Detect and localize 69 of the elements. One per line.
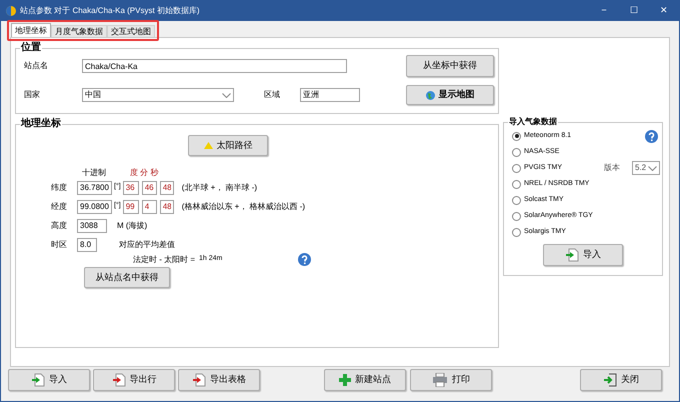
coordinate-label: 纬度 (50, 182, 68, 194)
altitude-label: 高度 (50, 220, 68, 232)
site-name-field[interactable]: Chaka/Cha-Ka (82, 59, 347, 73)
decimal-field[interactable]: 36.7800 (77, 180, 112, 194)
tab[interactable]: 交互式地图 (107, 25, 155, 37)
show-map-button[interactable]: 显示地图 (406, 85, 494, 105)
timezone-label: 时区 (50, 238, 68, 250)
hemisphere-note: (北半球 +， 南半球 -) (182, 182, 258, 194)
coordinate-label: 经度 (50, 200, 68, 212)
dropdown-caret-icon (648, 166, 657, 170)
action-button[interactable]: 导出行 (93, 369, 175, 391)
printer-icon (432, 373, 448, 387)
sun-path-icon (204, 142, 212, 149)
radio-button[interactable] (512, 132, 521, 140)
help-icon[interactable] (298, 253, 312, 266)
radio-button[interactable] (512, 196, 521, 204)
region-label: 区域 (264, 89, 281, 101)
group-title: 地理坐标 (20, 118, 62, 130)
region-dropdown[interactable]: 亚洲 (300, 88, 360, 102)
tab[interactable]: 地理坐标 (11, 23, 51, 37)
group-title: 位置 (20, 42, 42, 54)
from-site-name-button[interactable]: 从站点名中获得 (84, 267, 170, 288)
help-icon[interactable] (645, 130, 658, 143)
close-button[interactable]: ✕ (649, 4, 679, 18)
radio-button[interactable] (512, 148, 521, 156)
radio-button[interactable] (512, 228, 521, 236)
country-label: 国家 (24, 89, 41, 101)
document-arrow-icon (31, 373, 45, 387)
dropdown-caret-icon (222, 92, 231, 98)
radio-button[interactable] (512, 212, 521, 220)
action-button[interactable]: 新建站点 (324, 369, 406, 391)
radio-button[interactable] (512, 164, 521, 172)
document-arrow-icon (192, 373, 206, 387)
document-arrow-icon (565, 248, 579, 262)
degree-field[interactable]: 36 (122, 180, 139, 194)
version-label: 版本 (604, 162, 620, 174)
action-button[interactable]: 关闭 (580, 369, 662, 391)
minimize-button[interactable]: − (589, 4, 619, 18)
altitude-unit: M (海拔) (117, 220, 148, 232)
from-coordinates-button[interactable]: 从坐标中获得 (406, 55, 494, 77)
globe-icon (426, 90, 434, 100)
dms-header: 度 分 秒 (130, 167, 158, 179)
timezone-field[interactable]: 8.0 (77, 238, 97, 252)
action-button[interactable]: 导入 (8, 369, 90, 391)
plus-icon (339, 374, 351, 386)
exit-icon (603, 373, 617, 387)
site-name-label: 站点名 (24, 60, 49, 72)
group-title: 导入气象数据 (508, 116, 558, 128)
app-logo-icon (6, 6, 16, 16)
action-button[interactable]: 打印 (410, 369, 492, 391)
radio-button[interactable] (512, 180, 521, 188)
import-weather-button[interactable]: 导入 (543, 244, 623, 266)
decimal-header: 十进制 (82, 167, 107, 179)
timezone-note: 对应的平均差值 (119, 238, 175, 250)
tab[interactable]: 月度气象数据 (51, 25, 107, 37)
version-dropdown[interactable]: 5.2 (632, 161, 660, 175)
minute-field[interactable]: 46 (142, 180, 157, 194)
minute-field[interactable]: 4 (142, 200, 157, 214)
maximize-button[interactable]: ☐ (619, 4, 649, 18)
document-arrow-icon (112, 373, 126, 387)
decimal-field[interactable]: 99.0800 (77, 200, 112, 214)
legal-solar-label: 法定时 - 太阳时 = (133, 254, 196, 266)
degree-field[interactable]: 99 (122, 200, 139, 214)
hemisphere-note: (格林威治以东 +， 格林威治以西 -) (182, 200, 306, 212)
window-title: 站点参数 对于 Chaka/Cha-Ka (PVsyst 初始数据库) (20, 5, 200, 17)
sun-path-button[interactable]: 太阳路径 (188, 135, 268, 156)
altitude-field[interactable]: 3088 (77, 218, 107, 232)
country-dropdown[interactable]: 中国 (82, 88, 234, 102)
action-button[interactable]: 导出表格 (178, 369, 260, 391)
